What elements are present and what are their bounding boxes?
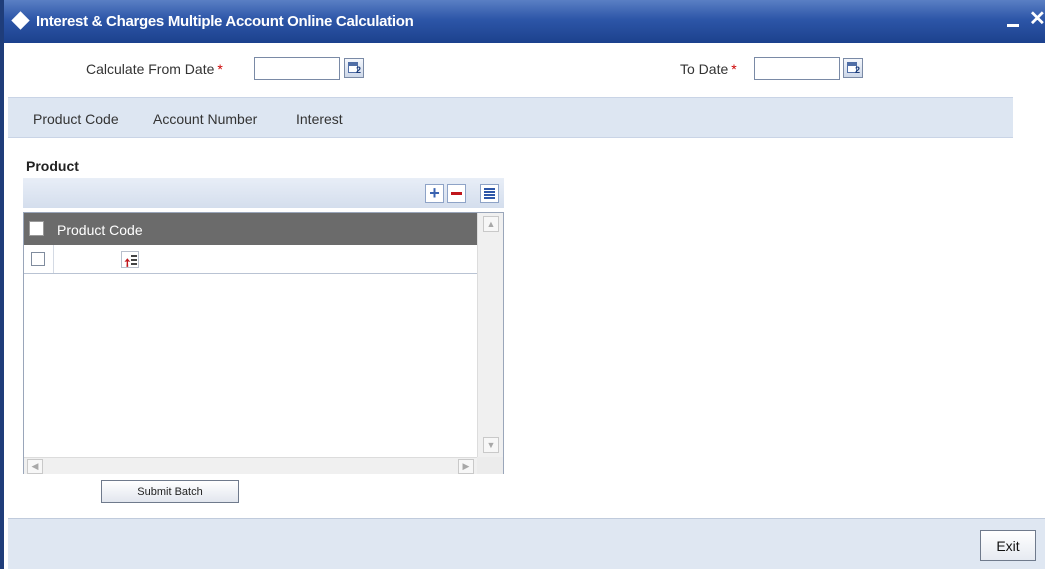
app-window: Interest & Charges Multiple Account Onli… [0,0,1045,569]
from-date-input[interactable] [254,57,340,80]
calendar-icon[interactable]: 2 [344,58,364,78]
table-row: ➚ [24,245,477,274]
product-grid: Product Code ➚ ▲ ▼ ◀ ▶ [23,212,504,474]
plus-icon[interactable]: + [425,184,444,203]
minus-icon[interactable] [447,184,466,203]
footer-bar: Exit [8,518,1045,569]
horizontal-scrollbar[interactable]: ◀ ▶ [24,457,477,474]
required-marker: * [731,61,737,77]
title-bar: Interest & Charges Multiple Account Onli… [4,0,1045,43]
scroll-right-icon[interactable]: ▶ [458,459,474,474]
required-marker: * [217,61,223,77]
tab-product-code[interactable]: Product Code [33,111,119,127]
window-title: Interest & Charges Multiple Account Onli… [36,13,414,30]
calendar-icon[interactable]: 2 [843,58,863,78]
to-date-label: To Date [680,61,729,77]
minimize-button[interactable] [1007,10,1019,30]
submit-batch-button[interactable]: Submit Batch [101,480,239,503]
exit-button[interactable]: Exit [980,530,1036,561]
scroll-left-icon[interactable]: ◀ [27,459,43,474]
grid-toolbar: + [23,178,504,208]
tab-account-number[interactable]: Account Number [153,111,257,127]
from-date-label-group: Calculate From Date * [86,61,223,77]
from-date-label: Calculate From Date [86,61,215,77]
grid-header: Product Code [24,213,477,245]
scroll-down-icon[interactable]: ▼ [483,437,499,453]
column-header-product-code: Product Code [57,222,143,238]
tab-interest[interactable]: Interest [296,111,343,127]
scroll-up-icon[interactable]: ▲ [483,216,499,232]
select-all-checkbox[interactable] [29,221,44,236]
tab-strip: Product Code Account Number Interest [8,97,1013,138]
close-button[interactable]: ✕ [1029,8,1045,30]
diamond-icon [11,11,30,30]
vertical-scrollbar[interactable]: ▲ ▼ [477,213,503,457]
to-date-label-group: To Date * [680,61,737,77]
product-section-title: Product [26,158,79,174]
to-date-input[interactable] [754,57,840,80]
list-view-icon[interactable] [480,184,499,203]
lov-icon[interactable]: ➚ [120,251,139,271]
row-checkbox[interactable] [31,252,45,266]
